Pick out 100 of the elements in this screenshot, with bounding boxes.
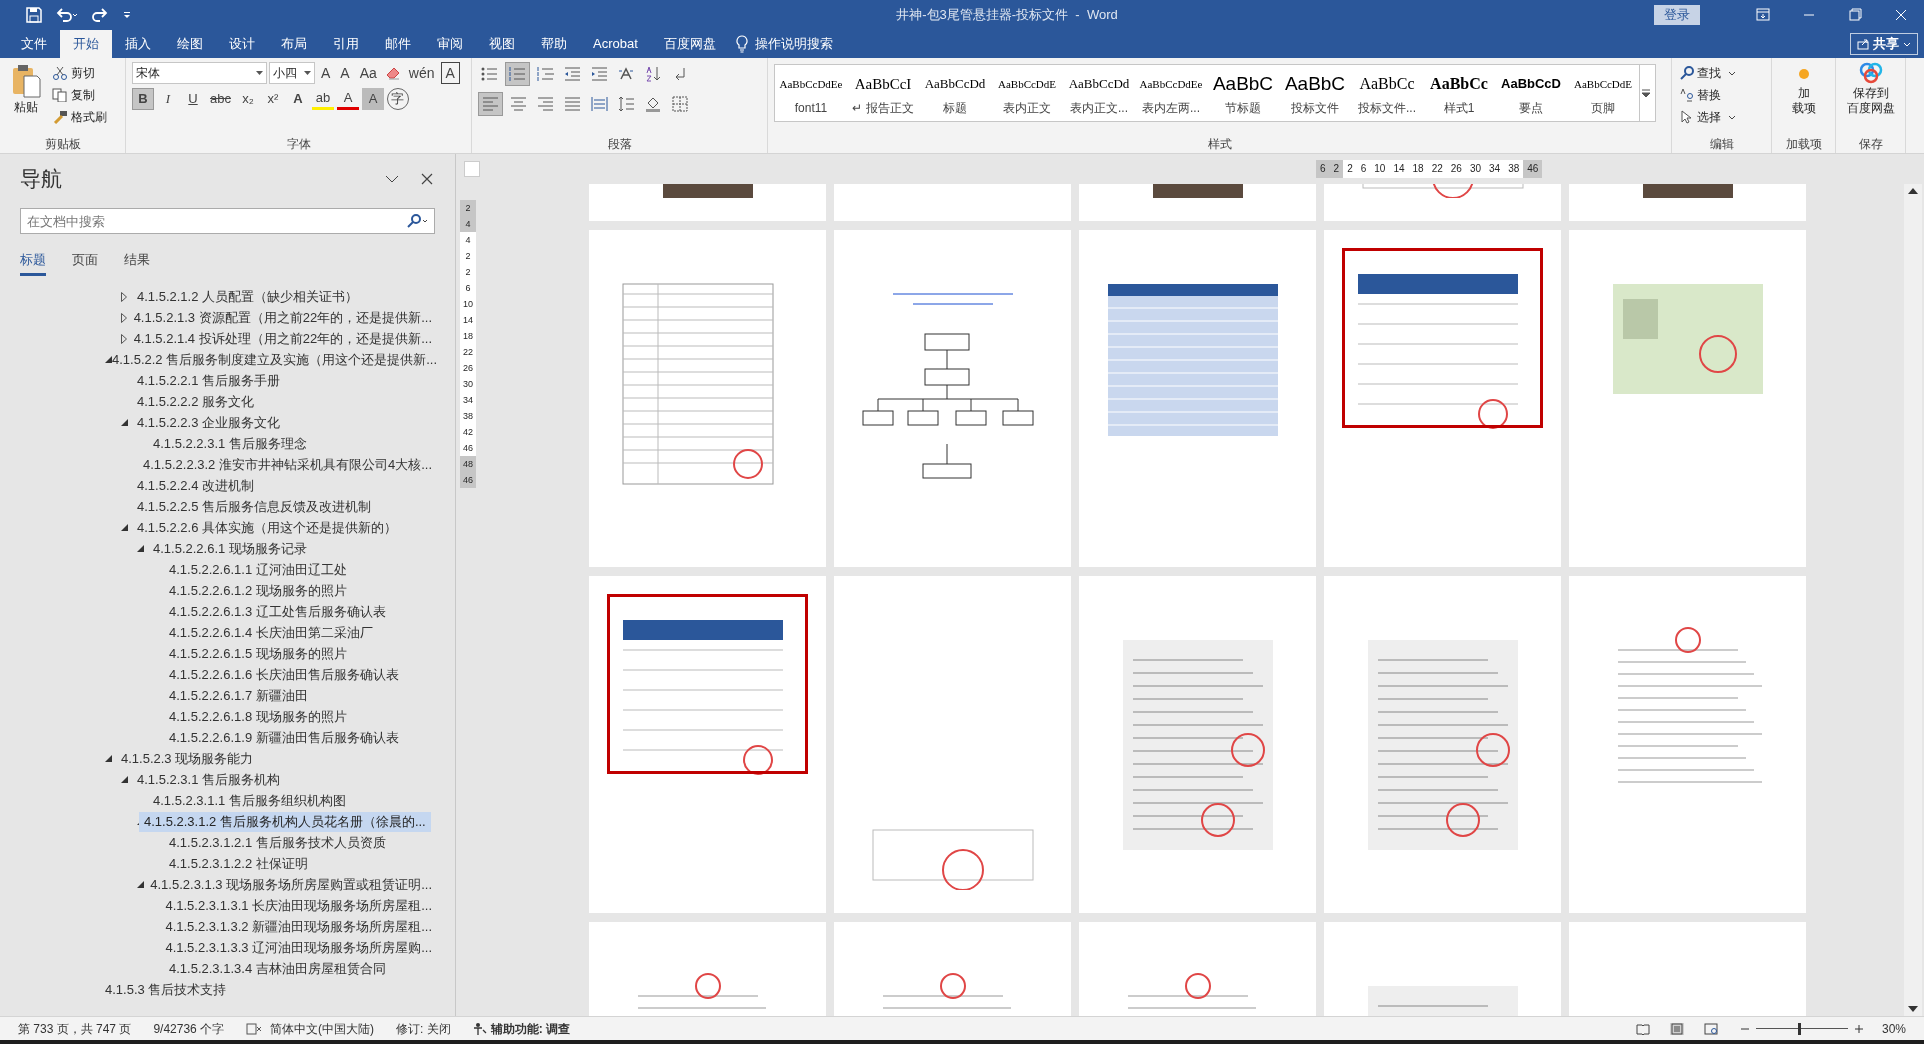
character-border-button[interactable]: A xyxy=(440,62,460,84)
copy-button[interactable]: 复制 xyxy=(50,84,109,106)
font-color-button[interactable]: A xyxy=(336,88,359,110)
zoom-level[interactable]: 30% xyxy=(1881,1019,1906,1038)
heading-item[interactable]: 4.1.5.2.2.6.1.4 长庆油田第二采油厂 xyxy=(164,622,378,643)
style-item[interactable]: AaBbCcDdE 表内正文 xyxy=(991,65,1063,121)
expanded-triangle-icon[interactable] xyxy=(105,356,112,363)
pane-tab[interactable]: 结果 xyxy=(124,249,150,276)
heading-item[interactable]: 4.1.5.2.2.2 服务文化 xyxy=(132,391,260,412)
superscript-button[interactable]: x² xyxy=(261,88,284,110)
heading-item[interactable]: 4.1.5.2.3.1.3.3 辽河油田现场服务场所房屋购... xyxy=(160,937,437,958)
heading-item[interactable]: 4.1.5.2.3.1.3.2 新疆油田现场服务场所房屋租... xyxy=(160,916,437,937)
grow-font-button[interactable]: A xyxy=(317,62,335,84)
expanded-triangle-icon[interactable] xyxy=(121,776,128,783)
ribbon-tab[interactable]: 开始 xyxy=(60,30,112,58)
heading-item[interactable]: 4.1.5.2.1.2 人员配置（缺少相关证书） xyxy=(132,286,364,307)
style-item[interactable]: AaBbCcDdEe 表内左两... xyxy=(1135,65,1207,121)
sign-in-button[interactable]: 登录 xyxy=(1654,5,1700,25)
heading-item[interactable]: 4.1.5.2.3.1 售后服务机构 xyxy=(132,769,286,790)
web-layout-icon[interactable] xyxy=(1703,1022,1718,1035)
heading-item[interactable]: 4.1.5.2.3.1.1 售后服务组织机构图 xyxy=(148,790,351,811)
paste-button[interactable]: 粘贴 xyxy=(6,62,46,128)
customize-toolbar-icon[interactable] xyxy=(122,10,132,20)
share-button[interactable]: 共享 xyxy=(1850,33,1918,55)
cut-button[interactable]: 剪切 xyxy=(50,62,109,84)
style-item[interactable]: AaBbC 投标文件 xyxy=(1279,65,1351,121)
search-icon[interactable] xyxy=(407,214,429,228)
style-item[interactable]: AaBbCcI ↵ 报告正文 xyxy=(847,65,919,121)
ribbon-tab[interactable]: 布局 xyxy=(268,30,320,58)
chevron-down-icon[interactable] xyxy=(385,174,399,184)
ribbon-tab[interactable]: 设计 xyxy=(216,30,268,58)
phonetic-guide-button[interactable]: wén xyxy=(404,62,439,84)
proofing-icon[interactable] xyxy=(246,1022,263,1035)
style-item[interactable]: AaBbCcDdEe font11 xyxy=(775,65,847,121)
change-case-button[interactable]: Aa xyxy=(355,62,381,84)
heading-item[interactable]: 4.1.5.2.2.6.1.5 现场服务的照片 xyxy=(164,643,352,664)
heading-item[interactable]: 4.1.5.2.3.1.2.2 社保证明 xyxy=(164,853,313,874)
close-icon[interactable] xyxy=(421,173,433,185)
heading-item[interactable]: 4.1.5.2.3 现场服务能力 xyxy=(116,748,259,769)
track-changes-status[interactable]: 修订: 关闭 xyxy=(396,1019,451,1038)
language-status[interactable]: 简体中文(中国大陆) xyxy=(270,1019,375,1038)
ribbon-tab[interactable]: 审阅 xyxy=(424,30,476,58)
heading-item[interactable]: 4.1.5.2.2.3 企业服务文化 xyxy=(132,412,286,433)
ribbon-tab[interactable]: 邮件 xyxy=(372,30,424,58)
zoom-in-icon[interactable] xyxy=(1853,1023,1864,1034)
style-item[interactable]: AaBbCcD 要点 xyxy=(1495,65,1567,121)
ribbon-tab[interactable]: 视图 xyxy=(476,30,528,58)
heading-item[interactable]: 4.1.5.2.2.1 售后服务手册 xyxy=(132,370,286,391)
collapsed-triangle-icon[interactable] xyxy=(121,312,127,323)
ribbon-tab[interactable]: 绘图 xyxy=(164,30,216,58)
save-icon[interactable] xyxy=(26,7,42,23)
accessibility-status[interactable]: 辅助功能: 调查 xyxy=(472,1019,571,1038)
heading-item[interactable]: 4.1.5.2.2.6.1.2 现场服务的照片 xyxy=(164,580,352,601)
underline-button[interactable]: U xyxy=(182,88,204,110)
heading-item[interactable]: 4.1.5.2.2 售后服务制度建立及实施（用这个还是提供新... xyxy=(107,349,443,370)
zoom-thumb[interactable] xyxy=(1798,1022,1802,1035)
expanded-triangle-icon[interactable] xyxy=(121,524,128,531)
heading-item[interactable]: 4.1.5.2.2.6.1.8 现场服务的照片 xyxy=(164,706,352,727)
style-item[interactable]: AaBbCcDd 表内正文... xyxy=(1063,65,1135,121)
replace-button[interactable]: 替换 xyxy=(1678,84,1738,106)
heading-item[interactable]: 4.1.5.2.2.6.1.1 辽河油田辽工处 xyxy=(164,559,352,580)
style-item[interactable]: AaBbCc 样式1 xyxy=(1423,65,1495,121)
heading-item[interactable]: 4.1.5.2.3.1.2 售后服务机构人员花名册（徐晨的... xyxy=(139,811,431,832)
font-size-field[interactable]: 小四 xyxy=(269,62,315,84)
heading-item[interactable]: 4.1.5.2.3.1.3.1 长庆油田现场服务场所房屋租... xyxy=(160,895,437,916)
ribbon-tab[interactable]: 引用 xyxy=(320,30,372,58)
print-layout-icon[interactable] xyxy=(1669,1022,1684,1035)
highlight-button[interactable]: ab xyxy=(311,88,334,110)
expanded-triangle-icon[interactable] xyxy=(137,881,144,888)
style-item[interactable]: AaBbCcDdE 页脚 xyxy=(1567,65,1639,121)
ribbon-tab[interactable]: 插入 xyxy=(112,30,164,58)
style-item[interactable]: AaBbCcDd 标题 xyxy=(919,65,991,121)
ribbon-tab[interactable]: 帮助 xyxy=(528,30,580,58)
heading-item[interactable]: 4.1.5.2.2.3.1 售后服务理念 xyxy=(148,433,312,454)
heading-item[interactable]: 4.1.5.2.3.1.3 现场服务场所房屋购置或租赁证明... xyxy=(145,874,437,895)
heading-item[interactable]: 4.1.5.2.1.4 投诉处理（用之前22年的，还是提供新... xyxy=(128,328,437,349)
text-effects-button[interactable]: A xyxy=(286,88,309,110)
ribbon-tab[interactable]: Acrobat xyxy=(580,30,651,58)
undo-icon[interactable] xyxy=(56,7,78,23)
heading-item[interactable]: 4.1.5.2.2.5 售后服务信息反馈及改进机制 xyxy=(132,496,377,517)
shrink-font-button[interactable]: A xyxy=(336,62,354,84)
word-count[interactable]: 9/42736 个字 xyxy=(153,1019,225,1038)
more-styles-icon[interactable] xyxy=(1640,88,1652,98)
heading-item[interactable]: 4.1.5.2.2.6.1.7 新疆油田 xyxy=(164,685,313,706)
heading-item[interactable]: 4.1.5.3 售后技术支持 xyxy=(100,979,232,1000)
save-to-cloud-button[interactable]: 保存到 百度网盘 xyxy=(1842,62,1899,116)
heading-item[interactable]: 4.1.5.2.2.6.1.3 辽工处售后服务确认表 xyxy=(164,601,391,622)
ribbon-tab[interactable]: 文件 xyxy=(8,30,60,58)
heading-item[interactable]: 4.1.5.2.2.6.1 现场服务记录 xyxy=(148,538,312,559)
add-ins-button[interactable]: 加 载项 xyxy=(1778,62,1829,116)
heading-item[interactable]: 4.1.5.2.2.6.1.6 长庆油田售后服务确认表 xyxy=(164,664,404,685)
expanded-triangle-icon[interactable] xyxy=(137,545,144,552)
tell-me-search[interactable]: 操作说明搜索 xyxy=(754,34,833,54)
heading-item[interactable]: 4.1.5.2.3.1.3.4 吉林油田房屋租赁合同 xyxy=(164,958,391,979)
heading-item[interactable]: 4.1.5.2.2.3.2 淮安市井神钻采机具有限公司4大核... xyxy=(138,454,437,475)
ribbon-tab[interactable]: 百度网盘 xyxy=(650,30,729,58)
expanded-triangle-icon[interactable] xyxy=(121,419,128,426)
italic-button[interactable]: I xyxy=(157,88,179,110)
heading-item[interactable]: 4.1.5.2.1.3 资源配置（用之前22年的，还是提供新... xyxy=(128,307,437,328)
pane-tab[interactable]: 页面 xyxy=(72,249,98,276)
